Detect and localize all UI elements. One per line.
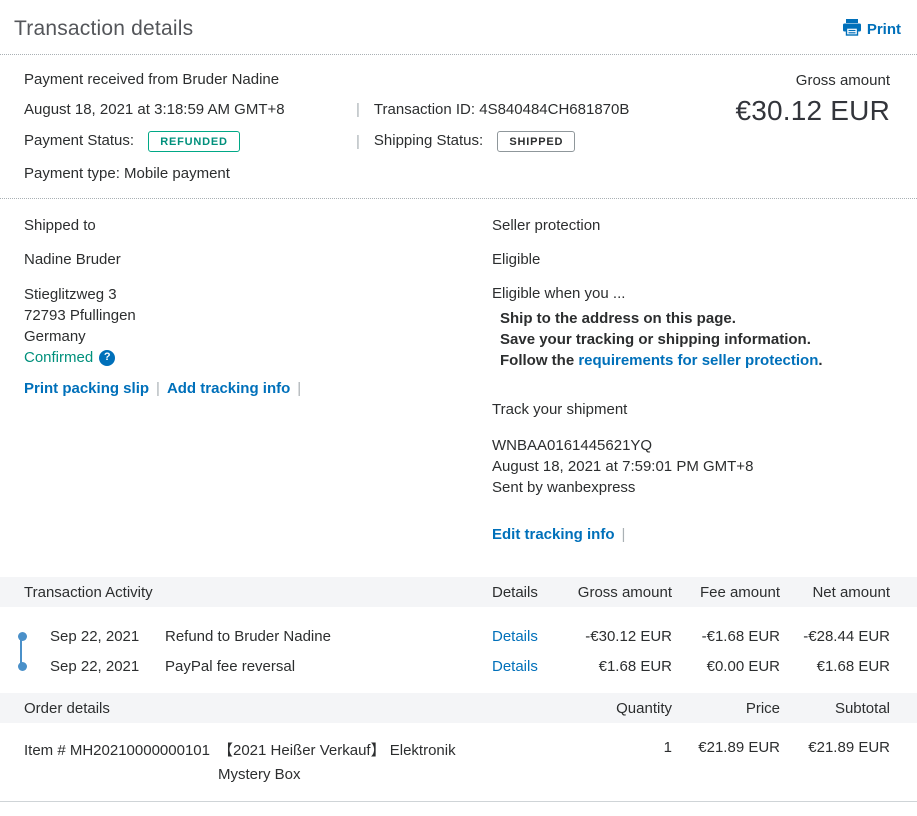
shipped-to-section: Shipped to Nadine Bruder Stieglitzweg 3 … (24, 217, 492, 560)
shipping-status-cell: Shipping Status: SHIPPED (373, 131, 576, 152)
payment-type-line: Payment type: Mobile payment (24, 165, 230, 182)
address-line: 72793 Pfullingen (24, 307, 136, 324)
tracking-date: August 18, 2021 at 7:59:01 PM GMT+8 (492, 458, 754, 475)
purchase-total-row: Purchase total €21.89 EUR (0, 802, 917, 816)
col-quantity: Quantity (616, 699, 672, 717)
item-price: €21.89 EUR (698, 739, 780, 756)
protection-condition: Follow the requirements for seller prote… (492, 350, 890, 371)
activity-fee: -€1.68 EUR (701, 627, 780, 645)
track-shipment-section: Track your shipment WNBAA0161445621YQ Au… (492, 401, 890, 543)
order-details-heading: Order details (24, 699, 110, 717)
page-header: Transaction details Print (0, 0, 917, 55)
shipping-status-badge: SHIPPED (497, 131, 576, 152)
transaction-activity-rows: Sep 22, 2021 Refund to Bruder Nadine Det… (0, 607, 917, 693)
condition-prefix: Follow the (500, 352, 579, 369)
order-details-header: Order details Quantity Price Subtotal (0, 693, 917, 723)
payment-date: August 18, 2021 at 3:18:59 AM GMT+8 (24, 101, 285, 118)
col-net-amount: Net amount (812, 583, 890, 601)
seller-protection-section: Seller protection Eligible Eligible when… (492, 217, 890, 560)
divider: | (621, 526, 626, 543)
gross-amount-block: Gross amount €30.12 EUR (735, 71, 890, 184)
page-title: Transaction details (14, 17, 194, 40)
shipping-status-label: Shipping Status: (373, 132, 484, 149)
activity-row: Sep 22, 2021 PayPal fee reversal Details… (12, 651, 890, 681)
address-confirmed-label: Confirmed (24, 349, 94, 366)
received-from-line: Payment received from Bruder Nadine (24, 71, 280, 88)
activity-description: Refund to Bruder Nadine (165, 627, 331, 645)
protection-condition: Save your tracking or shipping informati… (500, 331, 811, 348)
divider: | (297, 380, 302, 397)
tracking-number: WNBAA0161445621YQ (492, 437, 653, 454)
edit-tracking-info-link[interactable]: Edit tracking info (492, 526, 615, 543)
col-price: Price (745, 699, 780, 717)
eligible-when-label: Eligible when you ... (492, 285, 626, 302)
shipped-to-heading: Shipped to (24, 217, 96, 234)
transaction-activity-header: Transaction Activity Details Gross amoun… (0, 577, 917, 607)
recipient-address: Stieglitzweg 3 72793 Pfullingen Germany (24, 284, 492, 347)
payment-status-badge: REFUNDED (148, 131, 240, 152)
tracking-carrier: Sent by wanbexpress (492, 479, 636, 496)
protection-condition: Ship to the address on this page. (500, 310, 736, 327)
seller-protection-status: Eligible (492, 251, 541, 268)
activity-description: PayPal fee reversal (165, 657, 296, 675)
activity-details-link[interactable]: Details (492, 658, 577, 675)
add-tracking-info-link[interactable]: Add tracking info (167, 380, 290, 397)
seller-protection-requirements-link[interactable]: requirements for seller protection (578, 352, 818, 369)
gross-amount-value: €30.12 EUR (735, 95, 890, 126)
transaction-activity-heading: Transaction Activity (24, 583, 153, 601)
item-description: 【2021 Heißer Verkauf】 Elektronik Mystery… (218, 742, 456, 783)
activity-date: Sep 22, 2021 (50, 657, 140, 675)
printer-icon (842, 18, 861, 40)
payment-summary: Payment received from Bruder Nadine Augu… (0, 55, 917, 199)
details-columns: Shipped to Nadine Bruder Stieglitzweg 3 … (0, 199, 917, 560)
activity-fee: €0.00 EUR (706, 657, 780, 675)
col-subtotal: Subtotal (834, 699, 890, 717)
payment-status-cell: Payment Status: REFUNDED (24, 131, 356, 152)
track-shipment-heading: Track your shipment (492, 401, 628, 418)
activity-details-link[interactable]: Details (492, 628, 577, 645)
address-line: Stieglitzweg 3 (24, 286, 117, 303)
print-button[interactable]: Print (842, 18, 901, 40)
col-details: Details (492, 583, 538, 601)
item-subtotal: €21.89 EUR (808, 739, 890, 756)
transaction-details-page: Transaction details Print Payment receiv… (0, 0, 917, 816)
divider: | (156, 380, 160, 397)
order-item-row: Item # MH20210000000101 【2021 Heißer Ver… (0, 723, 917, 802)
print-button-label: Print (866, 20, 901, 38)
activity-gross: €1.68 EUR (598, 657, 672, 675)
gross-amount-label: Gross amount (795, 72, 890, 89)
divider: | (356, 101, 360, 118)
address-line: Germany (24, 328, 86, 345)
activity-net: €1.68 EUR (816, 657, 890, 675)
col-gross-amount: Gross amount (577, 583, 672, 601)
transaction-id: Transaction ID: 4S840484CH681870B (373, 101, 630, 118)
activity-row: Sep 22, 2021 Refund to Bruder Nadine Det… (12, 621, 890, 651)
activity-gross: -€30.12 EUR (585, 627, 672, 645)
condition-suffix: . (818, 352, 823, 369)
recipient-name: Nadine Bruder (24, 251, 121, 268)
divider: | (356, 133, 360, 150)
help-question-icon[interactable]: ? (99, 349, 116, 366)
timeline-dot-icon (17, 661, 27, 671)
item-number: Item # MH20210000000101 (24, 742, 210, 759)
activity-date: Sep 22, 2021 (50, 627, 140, 645)
seller-protection-heading: Seller protection (492, 217, 601, 234)
item-quantity: 1 (663, 739, 672, 756)
activity-net: -€28.44 EUR (803, 627, 890, 645)
timeline-dot-icon (17, 631, 27, 641)
payment-status-label: Payment Status: (24, 132, 135, 149)
print-packing-slip-link[interactable]: Print packing slip (24, 380, 149, 397)
col-fee-amount: Fee amount (699, 583, 780, 601)
